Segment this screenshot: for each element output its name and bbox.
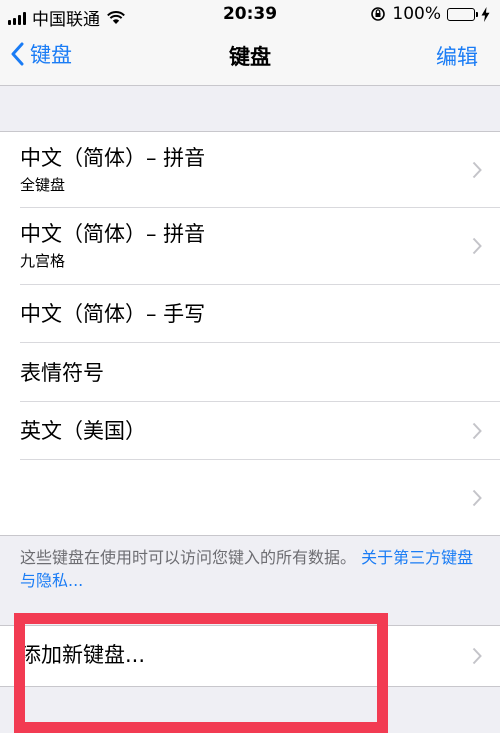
keyboard-subtitle: 九宫格: [20, 252, 66, 270]
battery-icon: [447, 7, 478, 21]
keyboard-title: 中文（简体）– 手写: [20, 302, 206, 326]
edit-button[interactable]: 编辑: [436, 41, 478, 71]
chevron-right-icon: [472, 237, 482, 255]
privacy-note: 这些键盘在使用时可以访问您键入的所有数据。 关于第三方键盘与隐私...: [20, 546, 480, 592]
orientation-lock-icon: [371, 7, 386, 21]
chevron-right-icon: [472, 647, 482, 665]
keyboard-title: 英文（美国）: [20, 419, 146, 443]
add-keyboard-group: 添加新键盘...: [0, 625, 500, 687]
status-right: 100%: [370, 4, 490, 24]
chevron-right-icon: [472, 489, 482, 506]
keyboard-row-handwriting[interactable]: 中文（简体）– 手写: [20, 285, 500, 343]
keyboard-row-pinyin-full[interactable]: 中文（简体）– 拼音 全键盘: [20, 132, 500, 208]
privacy-note-text: 这些键盘在使用时可以访问您键入的所有数据。: [20, 548, 357, 567]
keyboard-row-obscured[interactable]: [20, 460, 500, 535]
status-bar: 中国联通 20:39 100%: [0, 0, 500, 30]
keyboard-subtitle: 全键盘: [20, 176, 66, 194]
charging-bolt-icon: [481, 6, 490, 22]
battery-percent: 100%: [392, 4, 441, 24]
chevron-right-icon: [472, 161, 482, 178]
chevron-right-icon: [472, 422, 482, 439]
page-title: 键盘: [229, 45, 271, 69]
keyboard-title: 表情符号: [20, 361, 104, 385]
keyboard-row-emoji[interactable]: 表情符号: [20, 343, 500, 402]
keyboard-row-pinyin-9key[interactable]: 中文（简体）– 拼音 九宫格: [20, 208, 500, 285]
keyboard-title: 中文（简体）– 拼音: [20, 146, 206, 170]
add-keyboard-row[interactable]: 添加新键盘...: [20, 626, 500, 686]
keyboard-row-english-us[interactable]: 英文（美国）: [20, 402, 500, 460]
keyboard-title: 中文（简体）– 拼音: [20, 222, 206, 246]
navigation-bar: 键盘 键盘 编辑: [0, 30, 500, 86]
add-keyboard-label: 添加新键盘...: [20, 643, 146, 667]
keyboard-list: 中文（简体）– 拼音 全键盘 中文（简体）– 拼音 九宫格 中文（简体）– 手写…: [0, 131, 500, 536]
